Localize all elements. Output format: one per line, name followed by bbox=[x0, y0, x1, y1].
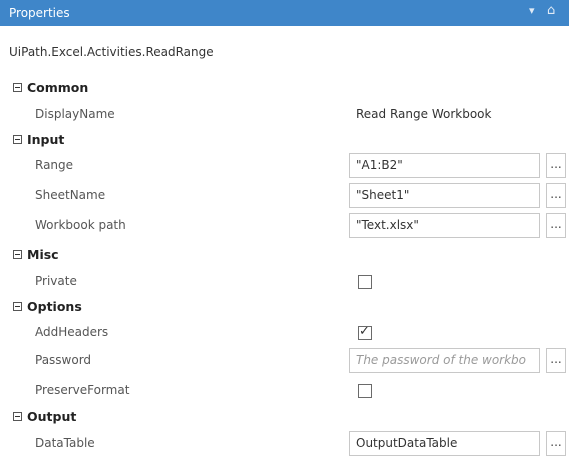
private-checkbox[interactable] bbox=[358, 275, 372, 289]
workbook-path-ellipsis-button[interactable]: ... bbox=[546, 213, 566, 238]
property-row-sheetname: SheetName "Sheet1" ... bbox=[0, 181, 569, 211]
password-field[interactable]: The password of the workbo bbox=[349, 348, 540, 373]
addheaders-checkbox[interactable]: ✓ bbox=[358, 324, 372, 340]
property-label: Range bbox=[35, 158, 74, 172]
category-label: Misc bbox=[27, 247, 59, 262]
property-label: SheetName bbox=[35, 188, 106, 202]
range-field[interactable]: "A1:B2" bbox=[349, 153, 540, 178]
panel-title: Properties bbox=[9, 6, 70, 20]
property-label: DataTable bbox=[35, 436, 95, 450]
workbook-path-field[interactable]: "Text.xlsx" bbox=[349, 213, 540, 238]
collapse-icon[interactable] bbox=[13, 135, 22, 144]
collapse-icon[interactable] bbox=[13, 302, 22, 311]
property-row-addheaders: AddHeaders ✓ bbox=[0, 318, 569, 348]
category-label: Input bbox=[27, 132, 65, 147]
sheetname-field[interactable]: "Sheet1" bbox=[349, 183, 540, 208]
property-row-datatable: DataTable OutputDataTable ... bbox=[0, 429, 569, 459]
property-label: PreserveFormat bbox=[35, 383, 130, 397]
collapse-icon[interactable] bbox=[13, 412, 22, 421]
datatable-field[interactable]: OutputDataTable bbox=[349, 431, 540, 456]
property-row-workbook-path: Workbook path "Text.xlsx" ... bbox=[0, 211, 569, 241]
datatable-ellipsis-button[interactable]: ... bbox=[546, 431, 566, 456]
collapse-icon[interactable] bbox=[13, 250, 22, 259]
activity-type-label: UiPath.Excel.Activities.ReadRange bbox=[9, 45, 214, 59]
password-ellipsis-button[interactable]: ... bbox=[546, 348, 566, 373]
preserveformat-checkbox[interactable] bbox=[358, 384, 372, 398]
category-label: Common bbox=[27, 80, 89, 95]
property-label: Private bbox=[35, 274, 77, 288]
property-label: Workbook path bbox=[35, 218, 126, 232]
property-row-preserveformat: PreserveFormat bbox=[0, 376, 569, 406]
property-label: Password bbox=[35, 353, 92, 367]
property-label: AddHeaders bbox=[35, 325, 109, 339]
category-label: Options bbox=[27, 299, 82, 314]
pin-icon[interactable]: ⌂ bbox=[547, 3, 555, 18]
collapse-icon[interactable] bbox=[13, 83, 22, 92]
checkmark-icon: ✓ bbox=[359, 324, 370, 339]
property-row-password: Password The password of the workbo ... bbox=[0, 346, 569, 376]
chevron-down-icon[interactable]: ▾ bbox=[529, 4, 535, 17]
property-label: DisplayName bbox=[35, 107, 115, 121]
sheetname-ellipsis-button[interactable]: ... bbox=[546, 183, 566, 208]
properties-title-bar: Properties ▾ ⌂ bbox=[0, 0, 569, 26]
displayname-value[interactable]: Read Range Workbook bbox=[356, 107, 491, 121]
property-row-range: Range "A1:B2" ... bbox=[0, 151, 569, 181]
range-ellipsis-button[interactable]: ... bbox=[546, 153, 566, 178]
category-label: Output bbox=[27, 409, 77, 424]
